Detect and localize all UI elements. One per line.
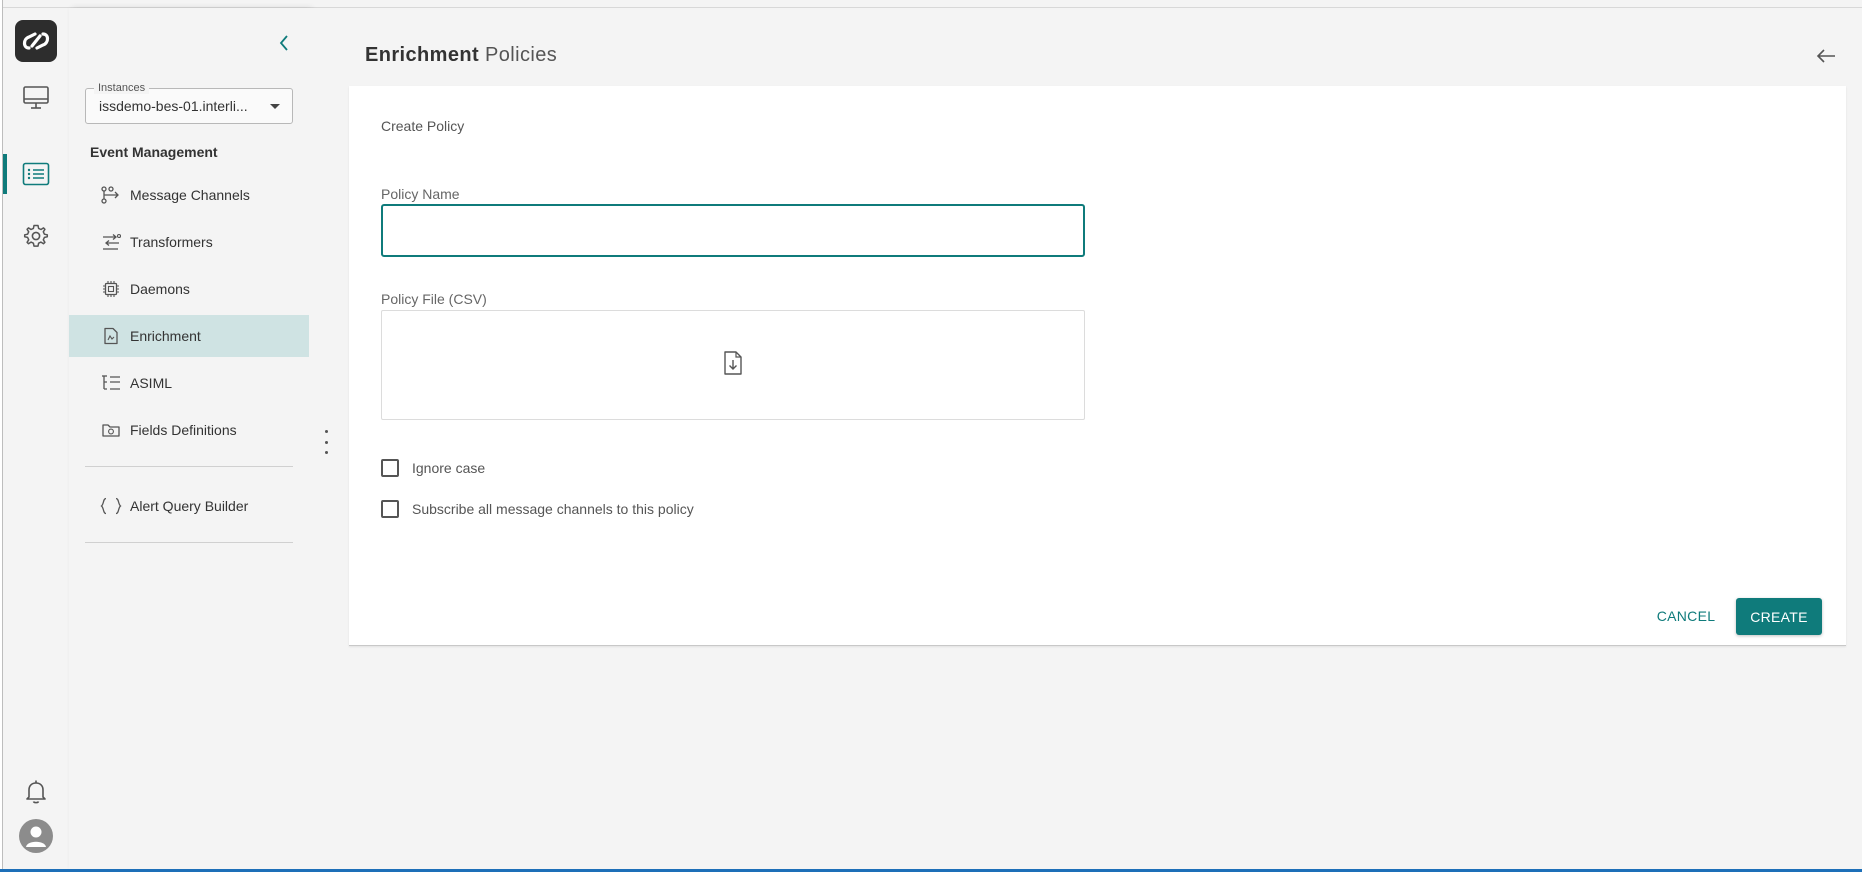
list-icon <box>22 162 50 186</box>
collapse-sidebar-button[interactable] <box>269 30 299 60</box>
subscribe-all-checkbox[interactable] <box>381 500 399 518</box>
gear-icon <box>23 223 49 249</box>
sidebar-item-daemons[interactable]: Daemons <box>69 268 309 310</box>
rail-dashboard-button[interactable] <box>3 76 69 120</box>
sidebar-item-label: Fields Definitions <box>130 422 237 438</box>
channels-icon <box>100 186 122 204</box>
policy-file-dropzone[interactable] <box>381 310 1085 420</box>
transformers-icon <box>100 233 122 251</box>
chevron-left-icon <box>278 34 290 57</box>
instances-select[interactable]: Instances issdemo-bes-01.interli... <box>85 82 293 124</box>
sidebar-item-enrichment[interactable]: Enrichment <box>69 315 309 357</box>
braces-icon <box>100 497 122 515</box>
arrow-left-icon <box>1815 48 1837 69</box>
notifications-button[interactable] <box>3 770 69 814</box>
sidebar-item-label: Message Channels <box>130 187 250 203</box>
sidebar-item-message-channels[interactable]: Message Channels <box>69 174 309 216</box>
rail-settings-button[interactable] <box>3 214 69 258</box>
instances-selected-value: issdemo-bes-01.interli... <box>99 98 248 114</box>
sidebar-item-fields-definitions[interactable]: Fields Definitions <box>69 409 309 451</box>
sidebar-resize-handle[interactable] <box>322 430 330 454</box>
ignore-case-option[interactable]: Ignore case <box>381 459 485 477</box>
ignore-case-label: Ignore case <box>412 460 486 476</box>
create-button[interactable]: CREATE <box>1736 598 1822 635</box>
folder-icon <box>100 421 122 439</box>
card-title: Create Policy <box>381 118 465 134</box>
page-title-bold: Enrichment <box>365 44 480 66</box>
sidebar-item-asiml[interactable]: ASIML <box>69 362 309 404</box>
document-icon <box>100 327 122 345</box>
bell-icon <box>24 779 48 805</box>
sidebar: Instances issdemo-bes-01.interli... Even… <box>69 8 309 869</box>
policy-file-label: Policy File (CSV) <box>381 291 487 307</box>
sidebar-item-alert-query-builder[interactable]: Alert Query Builder <box>69 485 309 527</box>
sidebar-divider <box>85 466 293 467</box>
ignore-case-checkbox[interactable] <box>381 459 399 477</box>
user-avatar-icon[interactable] <box>19 819 53 853</box>
sidebar-item-label: Alert Query Builder <box>130 498 249 514</box>
create-policy-card: Create Policy Policy Name Policy File (C… <box>349 86 1846 646</box>
window-left-edge <box>0 0 3 872</box>
chip-icon <box>100 280 122 298</box>
monitor-icon <box>22 85 50 111</box>
app-logo-icon[interactable] <box>15 20 57 62</box>
icon-rail <box>3 8 69 869</box>
subscribe-all-option[interactable]: Subscribe all message channels to this p… <box>381 500 694 518</box>
policy-name-label: Policy Name <box>381 186 460 202</box>
instances-label: Instances <box>94 82 150 94</box>
window-top-edge <box>0 0 1862 8</box>
back-button[interactable] <box>1812 44 1840 72</box>
tree-list-icon <box>100 374 122 392</box>
subscribe-all-label: Subscribe all message channels to this p… <box>412 501 694 517</box>
sidebar-item-label: ASIML <box>130 375 173 391</box>
rail-event-management-button[interactable] <box>3 152 69 196</box>
caret-down-icon <box>270 104 280 109</box>
cancel-button[interactable]: CANCEL <box>1648 598 1724 634</box>
sidebar-item-label: Transformers <box>130 234 213 250</box>
sidebar-item-transformers[interactable]: Transformers <box>69 221 309 263</box>
policy-name-input[interactable] <box>381 204 1085 257</box>
sidebar-item-label: Enrichment <box>130 328 201 344</box>
page-title: Enrichment Policies <box>365 44 557 67</box>
main-content: Enrichment Policies Create Policy Policy… <box>309 8 1862 869</box>
page-title-regular: Policies <box>485 44 558 66</box>
file-download-icon <box>722 350 744 381</box>
sidebar-item-label: Daemons <box>130 281 190 297</box>
section-title-event-management: Event Management <box>90 144 218 160</box>
sidebar-divider <box>85 542 293 543</box>
